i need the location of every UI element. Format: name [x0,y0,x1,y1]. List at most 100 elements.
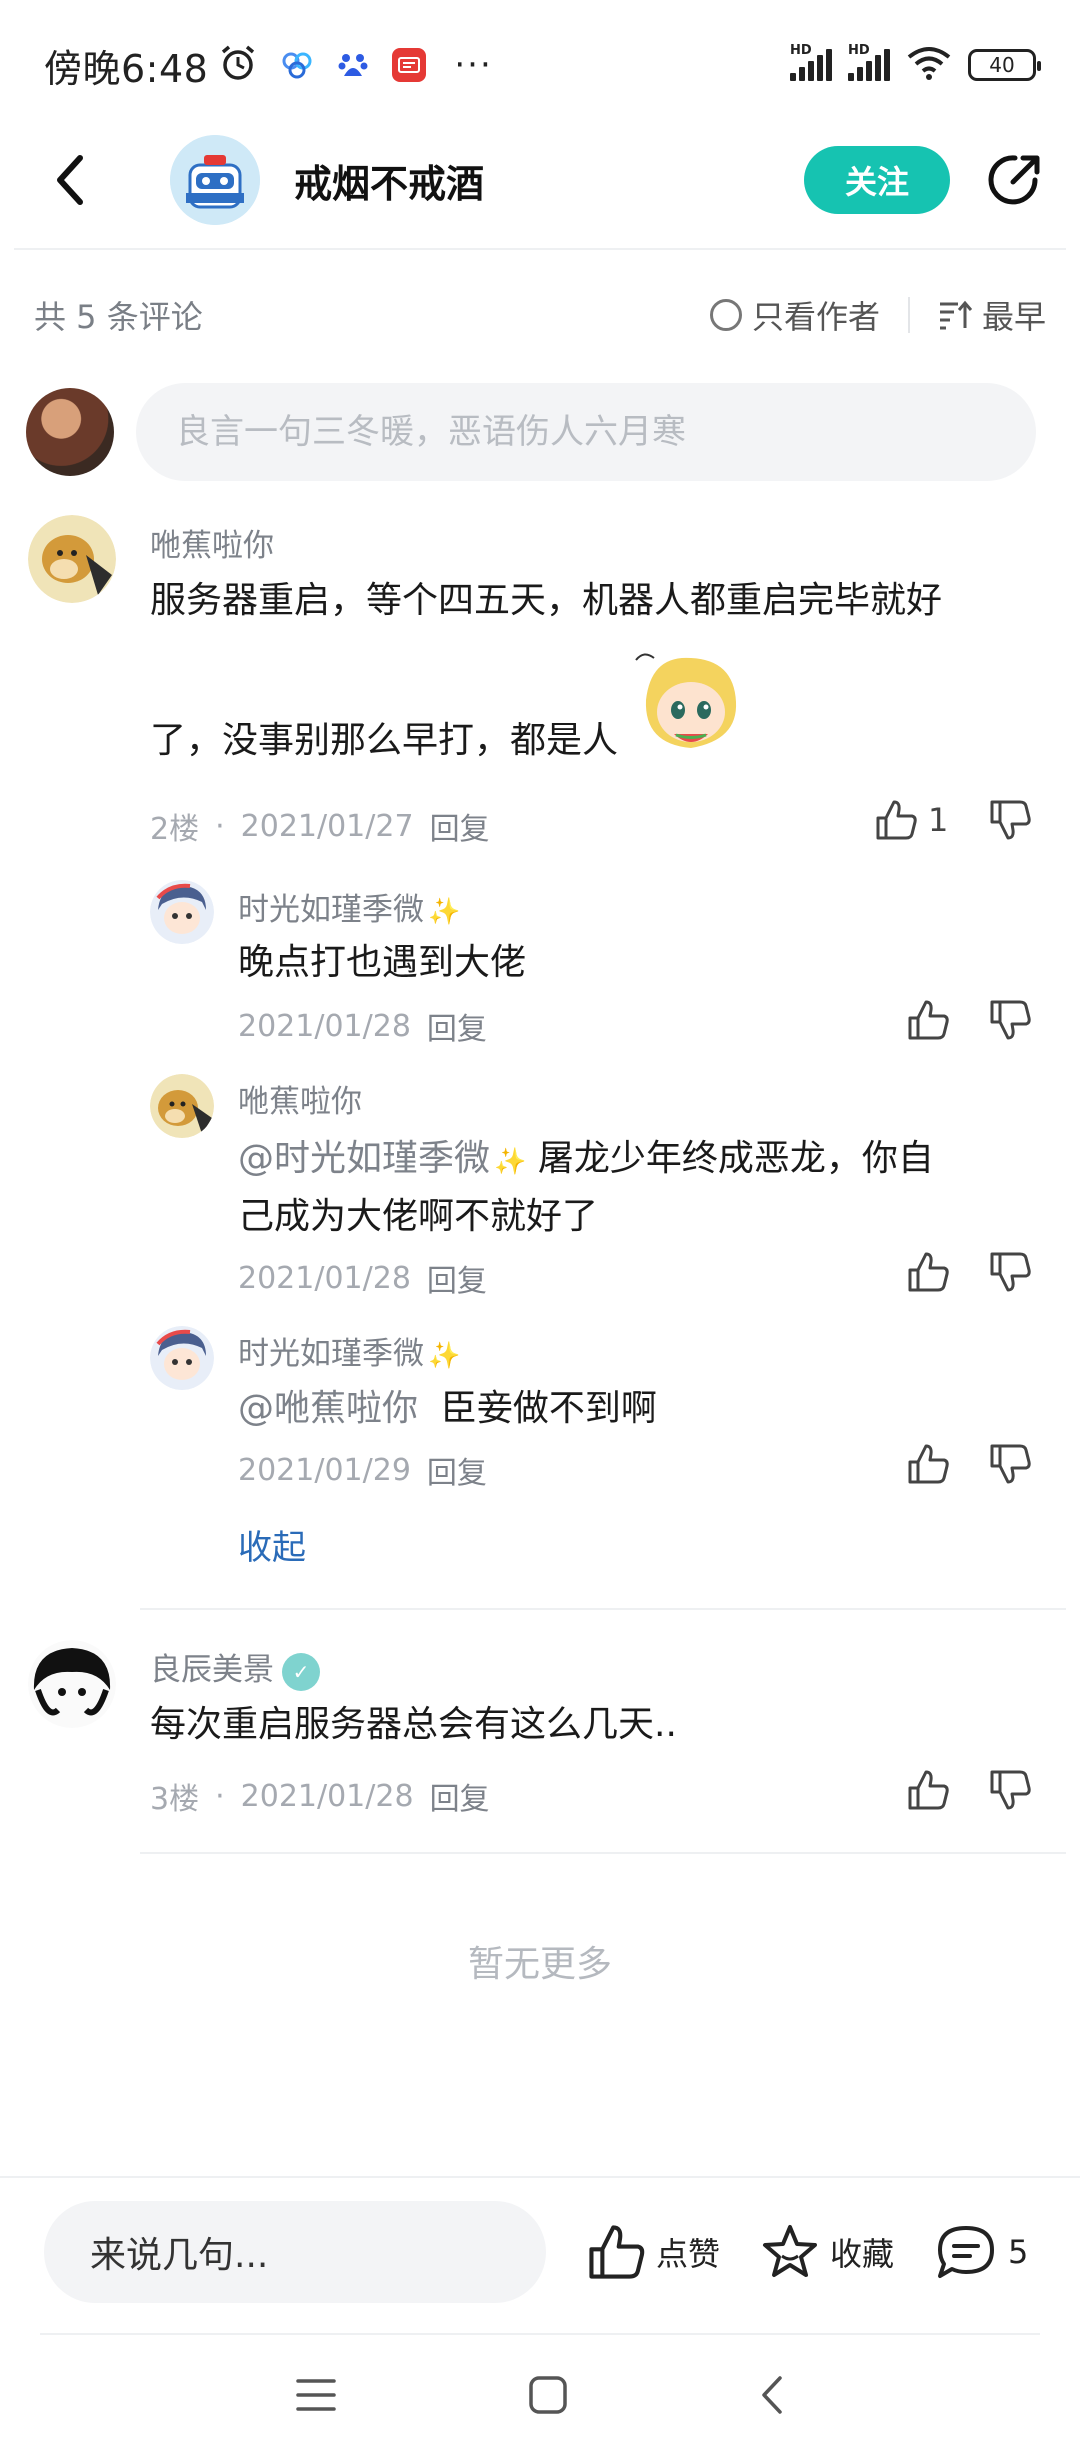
comment-username[interactable]: 良辰美景 ✓ [150,1644,320,1691]
more-notifications-icon: ··· [454,45,493,85]
dislike-button[interactable] [988,998,1032,1042]
top-header: 戒烟不戒酒 关注 [0,110,1080,250]
sparkle-icon: ✨ [494,1147,527,1177]
wifi-icon [906,45,952,85]
comment-divider [140,1608,1066,1610]
news-app-icon [392,48,427,82]
hd-label: HD [790,43,812,58]
share-icon [988,155,1040,205]
level-badge-icon: ✓ [282,1652,320,1691]
mention-link[interactable]: @咃蕉啦你 [238,1388,418,1429]
like-button[interactable] [906,1768,950,1812]
reply-meta: 2021/01/29 回复 [238,1448,487,1492]
reply-username[interactable]: 时光如瑾季微 ✨ [238,884,460,929]
meta-dot: · [215,1778,225,1814]
author-avatar[interactable] [170,135,260,225]
comment-text-line2-row: 了，没事别那么早打，都是人 [150,640,756,770]
comment-date: 2021/01/28 [240,1778,414,1814]
user-avatar[interactable] [28,1640,116,1728]
reply-username[interactable]: 时光如瑾季微 ✨ [238,1328,460,1373]
toolbar-separator [907,297,910,333]
comment-username[interactable]: 咃蕉啦你 [150,520,274,565]
hd-label-2: HD [848,43,870,58]
home-icon [529,2376,567,2414]
reply-avatar[interactable] [150,1326,214,1390]
reply-avatar[interactable] [150,880,214,944]
thumbs-up-icon [908,1770,949,1810]
system-nav-bar [0,2334,1080,2460]
menu-nav-button[interactable] [296,2377,336,2417]
dislike-button[interactable] [988,1768,1032,1812]
comment-date: 2021/01/27 [240,808,414,844]
baidu-icon [336,48,370,82]
battery-level: 40 [989,53,1015,77]
floor-label: 2楼 [150,812,200,847]
comment-text-line1: 服务器重启，等个四五天，机器人都重启完毕就好 [150,580,943,621]
reply-button[interactable]: 回复 [427,1256,487,1300]
like-post-label: 点赞 [656,2235,721,2273]
comment-text: 每次重启服务器总会有这么几天.. [150,1704,677,1745]
author-only-toggle[interactable]: 只看作者 [709,292,880,338]
comments-toolbar: 共 5 条评论 只看作者 最早 [0,280,1080,350]
favorite-button[interactable]: 收藏 [760,2222,894,2282]
mention-link[interactable]: @时光如瑾季微 [238,1138,490,1179]
my-avatar [26,388,114,476]
like-button[interactable]: 1 [874,798,948,842]
dislike-button[interactable] [988,798,1032,842]
back-button[interactable] [30,140,110,220]
back-nav-button[interactable] [760,2375,784,2419]
comment-bubble-icon [938,2226,995,2278]
comments-count: 5 [1008,2233,1029,2271]
like-button[interactable] [906,998,950,1042]
thumbs-down-icon [990,1000,1031,1040]
signal-icon: HD [790,43,832,81]
dislike-button[interactable] [988,1442,1032,1486]
reply-button[interactable]: 回复 [430,804,490,848]
collapse-replies-button[interactable]: 收起 [238,1520,306,1569]
say-something-input[interactable]: 来说几句... [44,2201,546,2303]
header-divider [14,248,1066,250]
like-button[interactable] [906,1442,950,1486]
page-title: 戒烟不戒酒 [294,161,485,206]
like-button[interactable] [906,1250,950,1294]
like-post-button[interactable]: 点赞 [586,2222,720,2282]
sort-button[interactable]: 最早 [938,292,1046,338]
reply-username-text: 时光如瑾季微 [238,892,424,928]
back-icon [762,2376,782,2414]
home-nav-button[interactable] [528,2375,568,2419]
thumbs-up-icon [876,800,917,840]
reply-meta: 2021/01/28 回复 [238,1256,487,1300]
thumbs-down-icon [990,1444,1031,1484]
author-only-label: 只看作者 [751,298,880,336]
user-avatar[interactable] [28,515,116,603]
reply-button[interactable]: 回复 [427,1004,487,1048]
reply-text-line2: 己成为大佬啊不就好了 [238,1196,599,1237]
reply-date: 2021/01/29 [238,1452,411,1488]
reply-username-text: 时光如瑾季微 [238,1336,424,1372]
radio-icon [709,299,742,331]
thumbs-down-icon [990,1252,1031,1292]
battery-icon: 40 [968,49,1041,81]
signal-icon-2: HD [848,43,890,81]
reply-username[interactable]: 咃蕉啦你 [238,1076,362,1121]
thumbs-down-icon [990,800,1031,840]
favorite-label: 收藏 [830,2235,895,2273]
dislike-button[interactable] [988,1250,1032,1294]
reply-text-part: 屠龙少年终成恶龙，你自 [537,1138,934,1179]
comment-input[interactable] [136,383,1036,481]
reply-button[interactable]: 回复 [430,1774,490,1818]
comment-meta: 2楼 · 2021/01/27 回复 [150,804,490,848]
meta-dot: · [215,808,225,844]
comments-button[interactable]: 5 [934,2222,1028,2282]
bottom-action-bar: 来说几句... 点赞 收藏 5 [0,2176,1080,2326]
reply-text-line1: @时光如瑾季微 ✨ 屠龙少年终成恶龙，你自 [238,1130,934,1191]
share-button[interactable] [980,145,1050,215]
sort-label: 最早 [981,298,1046,336]
reply-text: 臣妾做不到啊 [440,1388,657,1429]
app-notification-icon [280,48,314,82]
follow-button[interactable]: 关注 [804,146,950,214]
status-time: 傍晚6:48 [44,46,209,91]
alarm-icon [218,43,258,87]
reply-button[interactable]: 回复 [427,1448,487,1492]
reply-avatar[interactable] [150,1074,214,1138]
